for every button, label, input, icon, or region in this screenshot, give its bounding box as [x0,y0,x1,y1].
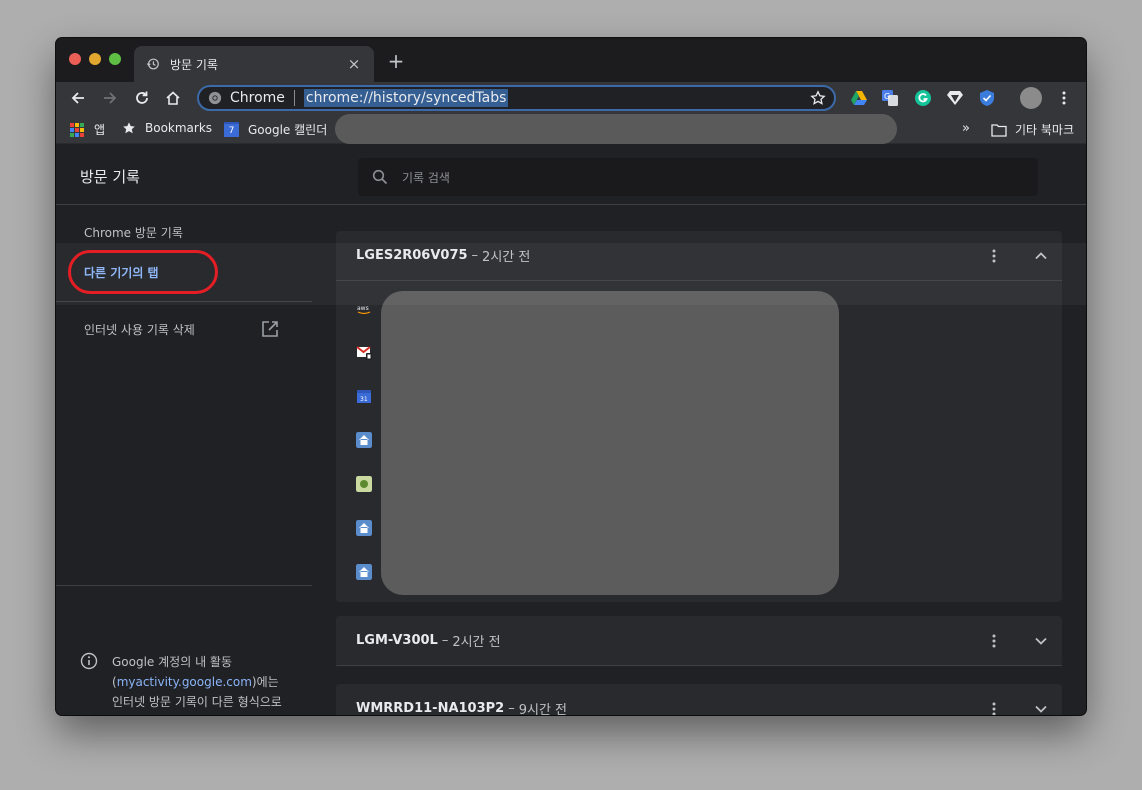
reload-button[interactable] [132,88,152,108]
bookmarks-overflow-button[interactable]: » [962,121,970,136]
sidebar-divider [56,585,312,586]
svg-text:31: 31 [360,396,368,403]
bookmark-apps[interactable]: 앱 [70,121,105,138]
device-name: LGES2R06V075 [356,248,468,263]
minimize-window-button[interactable] [89,53,101,65]
forward-button[interactable] [100,88,120,108]
site-chip-label: Chrome [230,90,285,106]
history-search-field[interactable]: 기록 검색 [358,158,1038,196]
home-icon[interactable] [356,564,372,580]
device-separator: – [508,701,515,715]
bookmark-bookmarks[interactable]: Bookmarks [122,121,212,135]
more-vertical-icon[interactable] [986,248,1002,264]
home-button[interactable] [163,88,183,108]
new-tab-button[interactable]: + [386,49,406,73]
shield-icon[interactable] [978,89,996,107]
device-card-header[interactable]: WMRRD11-NA103P2 – 9시간 전 [336,684,1062,715]
bookmark-google-calendar[interactable]: 7 Google 캘린더 [224,121,327,138]
device-time: 2시간 전 [452,635,501,650]
device-card-header[interactable]: LGES2R06V075 – 2시간 전 [336,231,1062,281]
device-separator: – [471,248,479,263]
sidebar-item-clear-browsing-data[interactable]: 인터넷 사용 기록 삭제 [84,321,195,338]
chevron-down-icon[interactable] [1034,634,1048,648]
search-input[interactable]: 기록 검색 [402,169,450,186]
chrome-icon [208,91,222,105]
bookmark-apps-label: 앱 [94,123,106,137]
open-in-new-icon[interactable] [261,320,279,338]
redacted-tab-list [381,291,839,595]
apps-grid-icon [70,122,84,137]
device-card: LGES2R06V075 – 2시간 전 aws 31 [336,231,1062,602]
page-title: 방문 기록 [80,168,140,186]
home-icon[interactable] [356,520,372,536]
device-time: 9시간 전 [518,703,568,715]
reload-icon [136,91,148,104]
google-drive-icon[interactable] [850,89,868,107]
folder-icon [991,123,1007,137]
star-icon[interactable] [810,90,826,106]
close-window-button[interactable] [69,53,81,65]
home-icon[interactable] [356,432,372,448]
device-separator: – [441,633,449,648]
aws-icon[interactable]: aws [356,301,372,317]
tab-history[interactable]: 방문 기록 × [134,46,374,82]
search-icon [372,169,388,185]
device-card: LGM-V300L – 2시간 전 [336,616,1062,666]
device-card: WMRRD11-NA103P2 – 9시간 전 [336,684,1062,715]
my-activity-link[interactable]: myactivity.google.com [117,675,252,689]
sidebar-item-other-devices[interactable]: 다른 기기의 탭 [84,264,159,281]
sidebar-item-chrome-history[interactable]: Chrome 방문 기록 [84,224,183,241]
svg-text:aws: aws [357,305,369,312]
more-vertical-icon[interactable] [986,633,1002,649]
calendar-icon: 7 [224,122,239,137]
more-vertical-icon[interactable] [1056,90,1072,106]
device-name: LGM-V300L [356,633,438,648]
sidebar-divider [56,301,312,302]
browser-window: 방문 기록 × + Chrome chrome://history/synced… [56,38,1086,715]
puzzle-icon[interactable] [356,476,372,492]
calendar-icon[interactable]: 31 [356,388,372,404]
tab-strip: 방문 기록 × + [56,38,1086,82]
arrow-left-icon [71,92,84,104]
back-button[interactable] [68,88,88,108]
zoom-window-button[interactable] [109,53,121,65]
chevron-up-icon[interactable] [1034,249,1048,263]
bookmark-other-folder[interactable]: 기타 북마크 [991,121,1074,138]
profile-avatar[interactable] [1020,87,1042,109]
bookmark-calendar-label: Google 캘린더 [248,123,328,137]
gmail-icon[interactable] [356,344,372,360]
arrow-right-icon [104,92,117,104]
home-icon [166,91,180,105]
url-text[interactable]: chrome://history/syncedTabs [303,89,509,107]
more-vertical-icon[interactable] [986,701,1002,715]
info-icon [80,652,98,670]
close-tab-icon[interactable]: × [346,55,362,73]
device-card-header[interactable]: LGM-V300L – 2시간 전 [336,616,1062,666]
info-text: Google 계정의 내 활동 (myactivity.google.com)에… [112,652,292,715]
tab-title: 방문 기록 [170,57,218,72]
sidebar: Chrome 방문 기록 다른 기기의 탭 인터넷 사용 기록 삭제 Googl… [56,206,312,715]
bookmark-other-label: 기타 북마크 [1015,123,1075,137]
device-name: WMRRD11-NA103P2 [356,701,505,715]
omnibox-separator [293,90,295,106]
toolbar: Chrome chrome://history/syncedTabs G [56,82,1086,114]
history-header: 방문 기록 기록 검색 [56,145,1086,205]
redacted-bookmarks [335,114,897,144]
bookmark-bookmarks-label: Bookmarks [145,121,213,135]
history-icon [146,58,159,70]
bookmarks-bar: 앱 Bookmarks 7 Google 캘린더 » 기타 북마크 [56,114,1086,144]
grammarly-icon[interactable] [914,89,932,107]
device-time: 2시간 전 [482,250,531,265]
diamond-extension-icon[interactable] [946,89,964,107]
address-bar[interactable]: Chrome chrome://history/syncedTabs [197,85,836,111]
star-icon [123,122,135,134]
chevron-down-icon[interactable] [1034,702,1048,715]
google-translate-icon[interactable]: G [881,89,899,107]
svg-text:G: G [884,92,890,101]
